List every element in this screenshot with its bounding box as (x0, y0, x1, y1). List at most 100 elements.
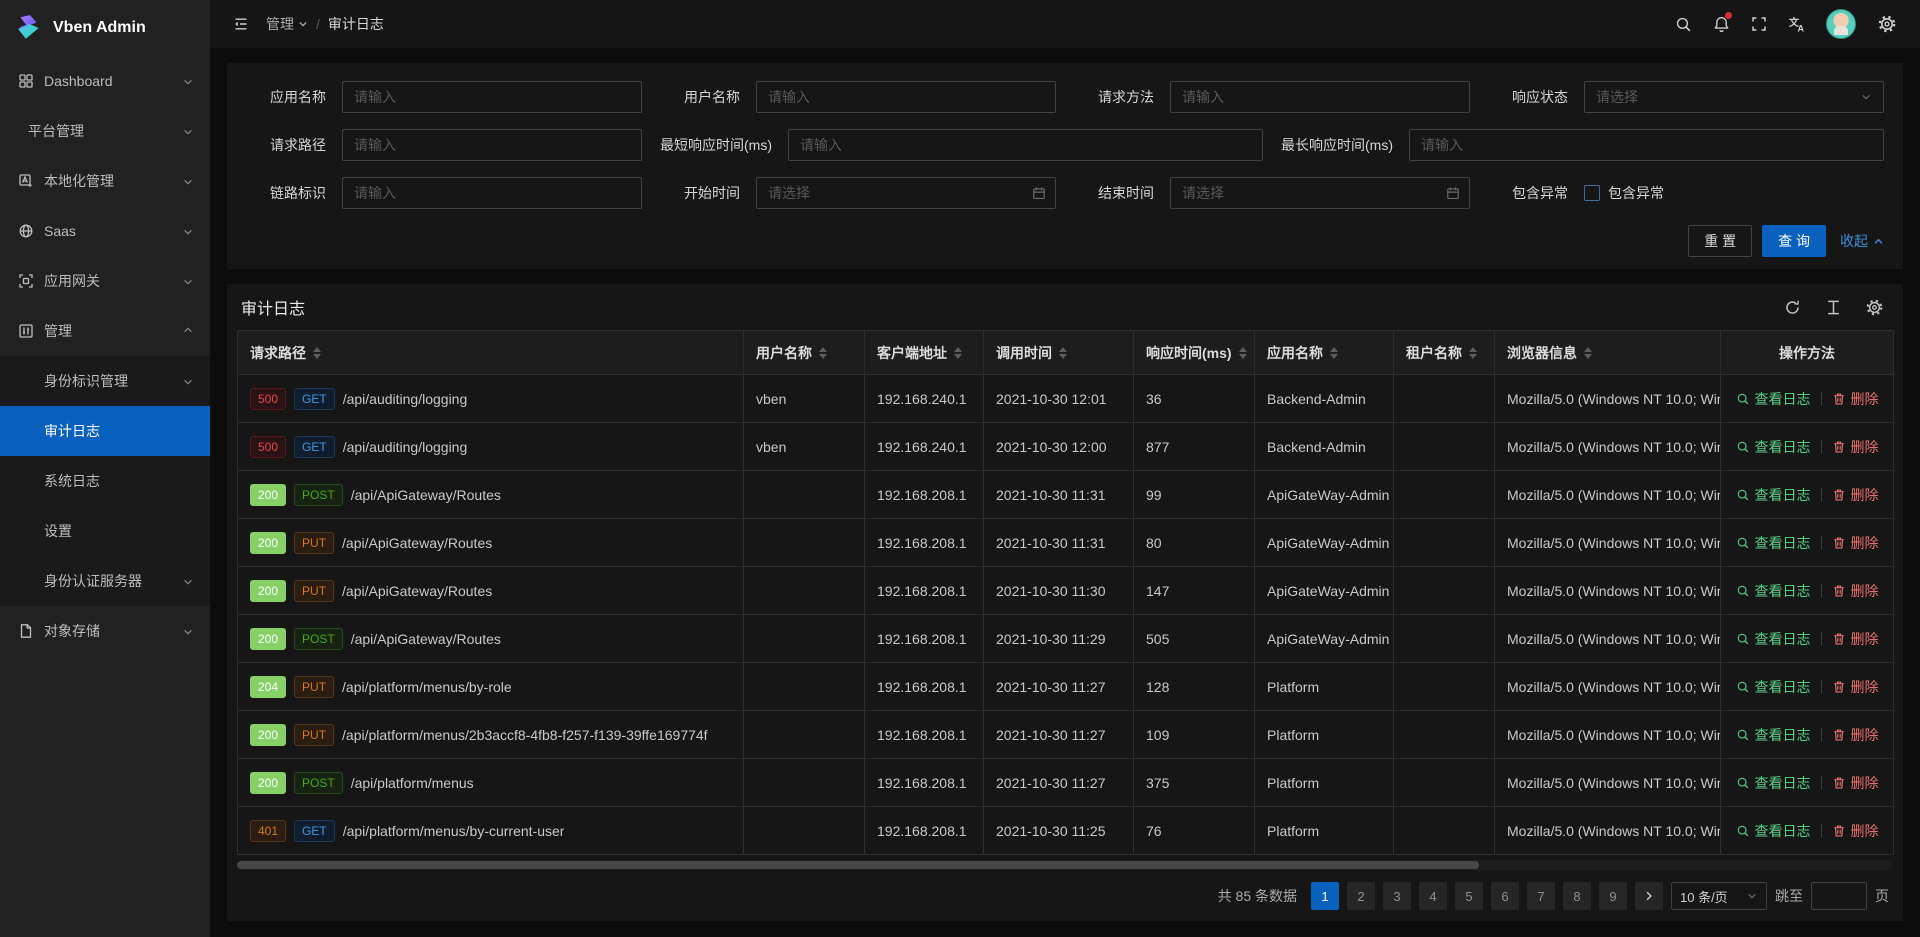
column-header-client[interactable]: 客户端地址 (865, 331, 984, 375)
trace-id-input[interactable] (342, 177, 642, 209)
sidebar-item-label: 设置 (44, 521, 194, 541)
column-header-time[interactable]: 调用时间 (984, 331, 1134, 375)
view-log-button[interactable]: 查看日志 (1736, 389, 1811, 409)
view-log-button[interactable]: 查看日志 (1736, 773, 1811, 793)
column-header-tenant[interactable]: 租户名称 (1394, 331, 1495, 375)
page-button-1[interactable]: 1 (1311, 882, 1339, 910)
sidebar-item-platform[interactable]: 平台管理 (0, 106, 210, 156)
has-exception-checkbox[interactable] (1584, 185, 1600, 201)
sidebar-item-gateway[interactable]: 应用网关 (0, 256, 210, 306)
page-button-9[interactable]: 9 (1599, 882, 1627, 910)
sidebar-item-system-log[interactable]: 系统日志 (0, 456, 210, 506)
view-log-button[interactable]: 查看日志 (1736, 437, 1811, 457)
column-settings-gear-icon[interactable] (1866, 299, 1883, 316)
sidebar-item-object-storage[interactable]: 对象存储 (0, 606, 210, 656)
view-log-button[interactable]: 查看日志 (1736, 485, 1811, 505)
magnifier-icon (1736, 584, 1750, 598)
page-button-2[interactable]: 2 (1347, 882, 1375, 910)
view-log-button[interactable]: 查看日志 (1736, 725, 1811, 745)
view-log-button[interactable]: 查看日志 (1736, 821, 1811, 841)
start-time-date-input[interactable] (756, 177, 1056, 209)
delete-button[interactable]: 删除 (1832, 773, 1879, 793)
sort-icons[interactable] (1584, 347, 1592, 359)
jump-page-input[interactable] (1811, 882, 1867, 910)
collapse-filter-link[interactable]: 收起 (1840, 231, 1884, 251)
request-path: /api/platform/menus/by-role (342, 679, 512, 695)
request-path-input[interactable] (342, 129, 642, 161)
next-page-button[interactable] (1635, 882, 1663, 910)
page-button-5[interactable]: 5 (1455, 882, 1483, 910)
fullscreen-button[interactable] (1740, 0, 1778, 48)
trash-icon (1832, 392, 1846, 406)
page-size-select[interactable]: 10 条/页 (1671, 882, 1767, 910)
min-elapsed-input[interactable] (788, 129, 1263, 161)
sort-icons[interactable] (1330, 347, 1338, 359)
notification-button[interactable] (1702, 0, 1740, 48)
table-row: 200PUT/api/platform/menus/2b3accf8-4fb8-… (238, 711, 1894, 759)
refresh-icon[interactable] (1784, 299, 1801, 316)
max-elapsed-input[interactable] (1409, 129, 1884, 161)
column-header-path[interactable]: 请求路径 (238, 331, 744, 375)
sort-icons[interactable] (819, 347, 827, 359)
delete-button[interactable]: 删除 (1832, 725, 1879, 745)
end-time-date-input[interactable] (1170, 177, 1470, 209)
sort-icons[interactable] (1239, 347, 1247, 359)
column-header-user[interactable]: 用户名称 (744, 331, 865, 375)
sidebar-item-identity-management[interactable]: 身份标识管理 (0, 356, 210, 406)
cell-elapsed: 877 (1134, 423, 1255, 471)
sort-icons[interactable] (954, 347, 962, 359)
delete-button[interactable]: 删除 (1832, 437, 1879, 457)
search-button[interactable] (1664, 0, 1702, 48)
chevron-up-icon (182, 325, 194, 337)
user-name-input[interactable] (756, 81, 1056, 113)
view-log-button[interactable]: 查看日志 (1736, 581, 1811, 601)
sort-icons[interactable] (313, 347, 321, 359)
table-row: 200PUT/api/ApiGateway/Routes192.168.208.… (238, 567, 1894, 615)
delete-button[interactable]: 删除 (1832, 821, 1879, 841)
delete-button[interactable]: 删除 (1832, 389, 1879, 409)
sidebar-item-audit-log[interactable]: 审计日志 (0, 406, 210, 456)
delete-button[interactable]: 删除 (1832, 581, 1879, 601)
sort-icons[interactable] (1059, 347, 1067, 359)
sidebar-item-saas[interactable]: Saas (0, 206, 210, 256)
delete-button[interactable]: 删除 (1832, 485, 1879, 505)
app-logo[interactable]: Vben Admin (0, 0, 210, 56)
search-button[interactable]: 查 询 (1762, 225, 1826, 257)
column-header-app[interactable]: 应用名称 (1255, 331, 1394, 375)
http-method-input[interactable] (1170, 81, 1470, 113)
view-log-button[interactable]: 查看日志 (1736, 677, 1811, 697)
scrollbar-thumb[interactable] (237, 861, 1479, 869)
view-log-button[interactable]: 查看日志 (1736, 629, 1811, 649)
page-button-4[interactable]: 4 (1419, 882, 1447, 910)
delete-button[interactable]: 删除 (1832, 677, 1879, 697)
column-header-browser[interactable]: 浏览器信息 (1495, 331, 1721, 375)
reset-button[interactable]: 重 置 (1688, 225, 1752, 257)
sidebar-item-dashboard[interactable]: Dashboard (0, 56, 210, 106)
delete-button[interactable]: 删除 (1832, 629, 1879, 649)
sort-icons[interactable] (1469, 347, 1477, 359)
sidebar-item-settings[interactable]: 设置 (0, 506, 210, 556)
page-button-3[interactable]: 3 (1383, 882, 1411, 910)
settings-button[interactable] (1868, 0, 1906, 48)
page-button-6[interactable]: 6 (1491, 882, 1519, 910)
method-badge: GET (294, 820, 335, 842)
page-button-8[interactable]: 8 (1563, 882, 1591, 910)
app-name-input[interactable] (342, 81, 642, 113)
http-status-select[interactable]: 请选择 (1584, 81, 1884, 113)
breadcrumb-section[interactable]: 管理 (266, 14, 308, 34)
sidebar-item-localization[interactable]: 本地化管理 (0, 156, 210, 206)
delete-button[interactable]: 删除 (1832, 533, 1879, 553)
view-log-button[interactable]: 查看日志 (1736, 533, 1811, 553)
user-avatar[interactable] (1826, 9, 1856, 39)
column-header-elapsed[interactable]: 响应时间(ms) (1134, 331, 1255, 375)
audit-log-panel: 审计日志 (227, 284, 1903, 921)
sidebar-item-auth-server[interactable]: 身份认证服务器 (0, 556, 210, 606)
menu-fold-icon[interactable] (224, 7, 258, 41)
breadcrumb-separator: / (316, 16, 320, 32)
cell-tenant (1394, 519, 1495, 567)
cell-time: 2021-10-30 11:27 (984, 759, 1134, 807)
locale-button[interactable]: 文A (1778, 0, 1816, 48)
sidebar-item-management[interactable]: 管理 (0, 306, 210, 356)
page-button-7[interactable]: 7 (1527, 882, 1555, 910)
row-height-icon[interactable] (1825, 299, 1842, 316)
